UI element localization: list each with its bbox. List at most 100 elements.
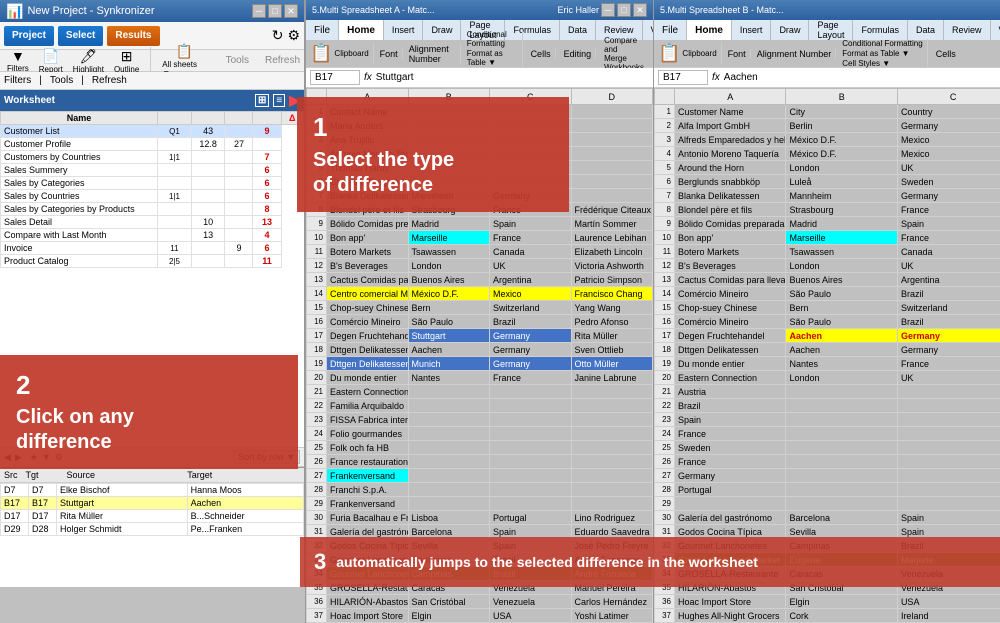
cell-b[interactable]: Luleå [786,175,897,189]
cell-b[interactable] [408,469,490,483]
cell-c[interactable] [490,105,572,119]
cell-a[interactable]: Portugal [675,483,786,497]
cell-b[interactable]: Buenos Aires [408,273,490,287]
cell-b[interactable]: Madrid [786,217,897,231]
cell-d[interactable]: Yang Wang [571,301,653,315]
cell-d[interactable]: Manuel Pereira [571,581,653,595]
cell-b[interactable]: Mannheim [786,189,897,203]
highlight-button[interactable]: 🖊 Highlight [70,47,107,75]
cell-a[interactable]: Degen Fruchtehandel [675,329,786,343]
excel-b-tab-formulas[interactable]: Formulas [853,20,908,40]
cell-a[interactable]: Comércio Mineiro [675,315,786,329]
cell-a[interactable]: Ana Trujillo [327,133,409,147]
excel-a-cell-ref[interactable] [310,70,360,85]
cell-b[interactable] [408,147,490,161]
cell-d[interactable] [571,189,653,203]
cell-a[interactable]: France [675,427,786,441]
cell-c[interactable] [897,455,1000,469]
diff-row[interactable]: D17 D17 Rita Müller B...Schneider [1,510,304,523]
cell-c[interactable] [897,441,1000,455]
cell-a[interactable]: Bólido Comidas preparadas [675,217,786,231]
cell-c[interactable]: Germany [897,119,1000,133]
cell-c[interactable] [490,455,572,469]
cell-a[interactable]: Contact Name [327,105,409,119]
cell-a[interactable]: Godos Cocina Típica [327,539,409,553]
cell-b[interactable]: Eugene [786,553,897,567]
cell-b[interactable]: Tsawassen [408,245,490,259]
excel-a-tab-file[interactable]: File [306,20,339,40]
list-view-icon[interactable]: ≡ [273,94,285,107]
cell-c[interactable]: Mexico [897,133,1000,147]
cell-b[interactable]: São Paulo [786,315,897,329]
cell-b[interactable]: Aachen [408,343,490,357]
cell-b[interactable] [408,413,490,427]
cell-c[interactable]: Spain [897,217,1000,231]
cell-b[interactable]: London [786,161,897,175]
cell-c[interactable]: UK [490,259,572,273]
cell-b[interactable]: Elgin [786,595,897,609]
cell-d[interactable]: Sven Ottlieb [571,343,653,357]
settings-icon[interactable]: ⚙ [287,27,300,44]
cell-b[interactable]: San Cristóbal [408,595,490,609]
cell-a[interactable]: Antonio Moreno Taquería [327,147,409,161]
cell-a[interactable]: Alfreds Emparedados y helados [675,133,786,147]
cell-a[interactable]: Cactus Comidas para llevar [327,273,409,287]
cell-c[interactable]: Brazil [490,567,572,581]
cell-c[interactable]: France [897,203,1000,217]
cell-b[interactable] [408,483,490,497]
excel-b-tab-review[interactable]: Review [944,20,991,40]
cell-a[interactable]: Eastern Connection [675,371,786,385]
cell-b[interactable] [786,441,897,455]
cell-d[interactable] [571,133,653,147]
cell-b[interactable]: Buenos Aires [786,273,897,287]
cell-a[interactable]: France [675,455,786,469]
cell-c[interactable] [897,413,1000,427]
cell-b[interactable] [786,469,897,483]
cell-b[interactable] [786,427,897,441]
cell-b[interactable]: Madrid [408,217,490,231]
cell-b[interactable]: Sevilla [408,539,490,553]
cell-c[interactable]: Brazil [897,315,1000,329]
cell-a[interactable]: B's Beverages [327,259,409,273]
worksheet-row[interactable]: Sales by Categories by Products 8 [1,203,304,216]
nav-icon-next[interactable]: ▶ [15,452,22,463]
cell-a[interactable]: GROSELLA-Restaurante [675,567,786,581]
cell-a[interactable]: Bólido Comidas preparadas [327,217,409,231]
cell-b[interactable] [408,133,490,147]
cell-c[interactable] [897,483,1000,497]
cell-c[interactable]: France [490,203,572,217]
cell-d[interactable] [571,175,653,189]
worksheet-row[interactable]: Sales by Categories 6 [1,177,304,190]
nav-icon-prev[interactable]: ◀ [4,452,11,463]
cell-c[interactable] [897,427,1000,441]
cell-d[interactable] [571,385,653,399]
cell-c[interactable] [897,399,1000,413]
cell-b[interactable]: São Paulo [408,315,490,329]
cell-a[interactable]: Botero Markets [675,245,786,259]
cell-b[interactable]: Munich [408,357,490,371]
grid-view-icon[interactable]: ⊞ [255,94,269,107]
cell-c[interactable]: USA [897,595,1000,609]
project-button[interactable]: Project [4,26,54,46]
cell-c[interactable] [490,483,572,497]
worksheet-row[interactable]: Invoice 11 9 6 [1,242,304,255]
cell-c[interactable] [490,147,572,161]
maximize-button[interactable]: □ [268,4,282,18]
cell-c[interactable]: Ireland [897,609,1000,623]
excel-b-tab-draw[interactable]: Draw [771,20,809,40]
cell-d[interactable]: Otto Müller [571,357,653,371]
cell-b[interactable] [408,175,490,189]
cell-b[interactable]: São Paulo [786,287,897,301]
worksheet-row[interactable]: Product Catalog 2|5 11 [1,255,304,268]
paste-button[interactable]: 📋 [310,43,332,64]
cell-c[interactable]: Country [897,105,1000,119]
close-button[interactable]: ✕ [284,4,298,18]
cell-b[interactable] [786,385,897,399]
cell-c[interactable] [490,385,572,399]
cell-b[interactable] [786,455,897,469]
cell-c[interactable]: Canada [897,245,1000,259]
worksheet-row[interactable]: Compare with Last Month 13 4 [1,229,304,242]
cell-d[interactable]: Martín Sommer [571,217,653,231]
cell-b[interactable]: London [408,259,490,273]
cell-a[interactable]: Cactus Comidas para llevar [675,273,786,287]
